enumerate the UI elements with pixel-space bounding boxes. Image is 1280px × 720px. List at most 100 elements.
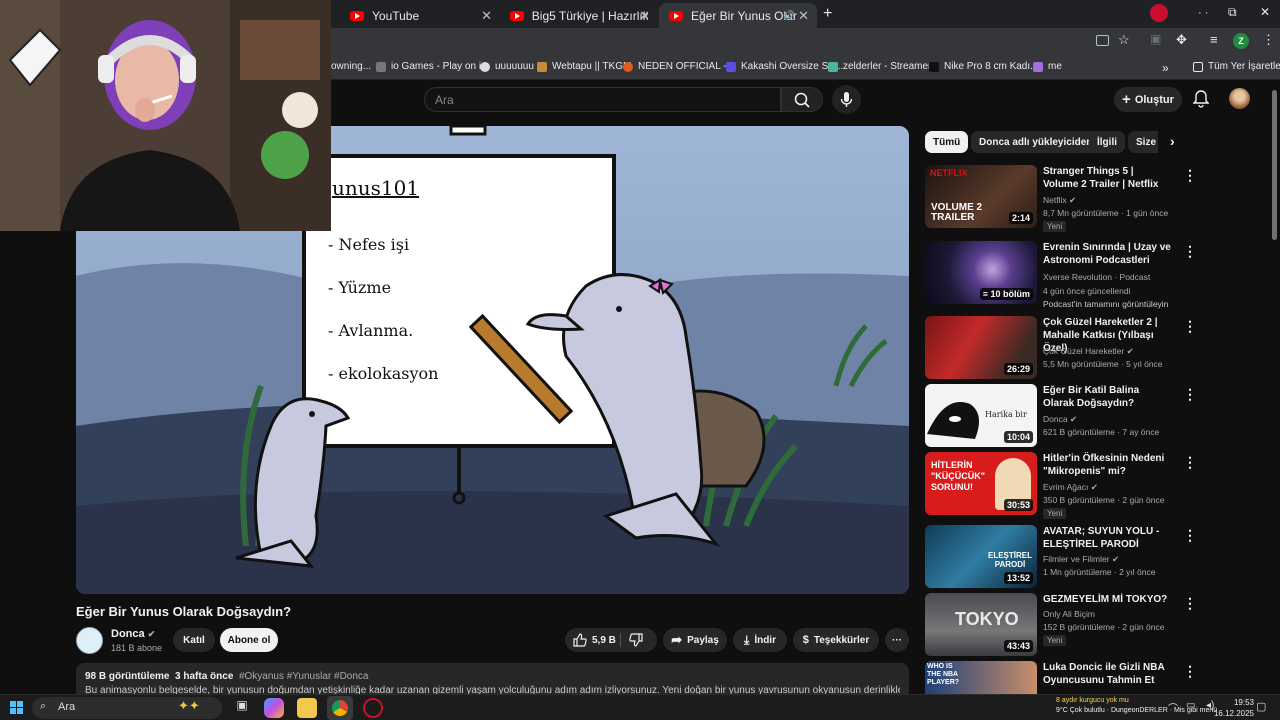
chip-related[interactable]: İlgili — [1089, 131, 1125, 153]
file-explorer-icon[interactable] — [297, 698, 317, 718]
copilot-icon[interactable] — [264, 698, 284, 718]
recommendation-item[interactable]: TOKYO 43:43 GEZMEYELİM Mİ TOKYO? Only Al… — [925, 593, 1197, 657]
recommendation-title[interactable]: Eğer Bir Katil Balina Olarak Doğsaydın? — [1043, 384, 1171, 410]
dislike-button[interactable] — [629, 633, 643, 650]
menu-icon[interactable]: ⋮ — [1262, 32, 1275, 48]
system-clock[interactable]: 19:53 16.12.2025 — [1214, 697, 1254, 719]
channel-avatar[interactable] — [76, 627, 103, 654]
notifications-button[interactable] — [1192, 90, 1210, 113]
recommendation-item[interactable]: Harika bir 10:04 Eğer Bir Katil Balina O… — [925, 384, 1197, 448]
recommendation-item[interactable]: ≡ 10 bölüm Evrenin Sınırında | Uzay ve A… — [925, 241, 1197, 309]
search-input[interactable]: Ara — [424, 87, 781, 112]
bookmark-item[interactable]: Nike Pro 8 cm Kadı... — [929, 61, 1038, 72]
recommendation-title[interactable]: Evrenin Sınırında | Uzay ve Astronomi Po… — [1043, 241, 1171, 267]
all-bookmarks[interactable]: Tüm Yer İşaretleri — [1193, 61, 1280, 72]
share-button[interactable]: ➦ Paylaş — [663, 628, 727, 652]
close-icon[interactable]: ✕ — [798, 8, 809, 24]
notification-bell-icon[interactable]: ▢ — [1256, 700, 1266, 713]
bookmark-item[interactable]: uuuuuuu — [480, 61, 534, 72]
chip-all[interactable]: Tümü — [925, 131, 969, 153]
recommendation-title[interactable]: Stranger Things 5 | Volume 2 Trailer | N… — [1043, 165, 1171, 191]
channel-name[interactable]: Donca ✔ — [111, 628, 155, 640]
chrome-taskbar-button[interactable] — [327, 696, 353, 720]
create-button[interactable]: + Oluştur — [1114, 87, 1182, 112]
bookmark-item[interactable]: Webtapu || TKGM — [537, 61, 631, 72]
tab-current-video[interactable]: Eğer Bir Yunus Olarak Doğ 🔊 ✕ — [659, 3, 817, 28]
app-icon[interactable] — [363, 698, 383, 718]
recommendation-item[interactable]: WHO IS THE NBA PLAYER? Luka Doncic ile G… — [925, 661, 1195, 694]
recommendation-item[interactable]: ELEŞTİREL PARODİ 13:52 AVATAR; SUYUN YOL… — [925, 525, 1197, 589]
wifi-icon[interactable]: ⌒ — [1168, 700, 1178, 715]
download-button[interactable]: ⤓ İndir — [733, 628, 787, 652]
media-queue-icon[interactable]: ≡ — [1210, 32, 1218, 47]
video-thumbnail[interactable]: 26:29 — [925, 316, 1037, 379]
more-vertical-icon[interactable]: ⋮ — [1183, 386, 1197, 403]
install-app-icon[interactable] — [1096, 35, 1109, 46]
video-thumbnail[interactable]: ELEŞTİREL PARODİ 13:52 — [925, 525, 1037, 588]
bookmark-item[interactable]: owning... — [331, 61, 371, 72]
recommendation-channel[interactable]: Xverse Revolution · Podcast — [1043, 272, 1150, 282]
video-thumbnail[interactable]: WHO IS THE NBA PLAYER? — [925, 661, 1037, 694]
recommendation-title[interactable]: Hitler'in Öfkesinin Nedeni "Mikropenis" … — [1043, 452, 1171, 478]
subscribe-button[interactable]: Abone ol — [220, 628, 278, 652]
chip-from-uploader[interactable]: Donca adlı yükleyiciden — [971, 131, 1101, 153]
plus-icon[interactable]: + — [823, 5, 832, 23]
taskbar-search-input[interactable]: ⌕ Ara ✦✦ — [32, 697, 222, 719]
star-icon[interactable]: ☆ — [1118, 32, 1130, 48]
close-icon[interactable]: ✕ — [639, 8, 650, 24]
voice-search-button[interactable] — [832, 85, 861, 114]
minimize-icon[interactable]: · · — [1198, 7, 1208, 19]
puzzle-icon[interactable]: ✥ — [1176, 32, 1187, 48]
more-vertical-icon[interactable]: ⋮ — [1183, 243, 1197, 260]
thanks-button[interactable]: $ Teşekkürler — [793, 628, 879, 652]
chip-for-you[interactable]: Size — [1128, 131, 1158, 153]
like-button[interactable]: 5,9 B — [573, 633, 616, 647]
recommendation-item[interactable]: 26:29 Çok Güzel Hareketler 2 | Mahalle K… — [925, 316, 1197, 380]
join-button[interactable]: Katıl — [173, 628, 215, 652]
bookmarks-overflow-icon[interactable]: » — [1162, 61, 1169, 75]
window-close-icon[interactable]: ✕ — [1260, 5, 1270, 19]
recommendation-channel[interactable]: Evrim Ağacı ✔ — [1043, 482, 1098, 493]
more-vertical-icon[interactable]: ⋮ — [1183, 595, 1197, 612]
page-scrollbar[interactable] — [1272, 90, 1277, 240]
recommendation-channel[interactable]: Netflix ✔ — [1043, 195, 1076, 206]
video-thumbnail[interactable]: TOKYO 43:43 — [925, 593, 1037, 656]
more-actions-button[interactable]: ··· — [885, 628, 909, 652]
account-avatar[interactable] — [1229, 88, 1250, 109]
video-thumbnail[interactable]: ≡ 10 bölüm — [925, 241, 1037, 304]
recommendation-item[interactable]: NETFLIX VOLUME 2 TRAILER 2:14 Stranger T… — [925, 165, 1197, 232]
extension-logo-icon[interactable] — [1150, 4, 1168, 22]
hashtags[interactable]: #Okyanus #Yunuslar #Donca — [239, 671, 369, 682]
recommendation-channel[interactable]: Donca ✔ — [1043, 414, 1077, 425]
video-thumbnail[interactable]: NETFLIX VOLUME 2 TRAILER 2:14 — [925, 165, 1037, 228]
bookmark-item[interactable]: Kakashi Oversize Sw... — [726, 61, 843, 72]
bookmark-item[interactable]: zelderler - Streamer... — [828, 61, 939, 72]
network-icon[interactable]: ▭ — [1186, 700, 1195, 711]
recommendation-title[interactable]: Luka Doncic ile Gizli NBA Oyuncusunu Tah… — [1043, 661, 1171, 687]
more-vertical-icon[interactable]: ⋮ — [1183, 167, 1197, 184]
more-vertical-icon[interactable]: ⋮ — [1183, 663, 1195, 680]
more-vertical-icon[interactable]: ⋮ — [1183, 318, 1197, 335]
tab-big5[interactable]: Big5 Türkiye | Hazırlık Sezonu · ✕ — [500, 3, 658, 28]
profile-avatar[interactable]: Z — [1233, 33, 1249, 49]
chevron-right-icon[interactable]: › — [1170, 133, 1175, 149]
windows-start-icon[interactable] — [10, 701, 23, 719]
recommendation-channel[interactable]: Only Ali Biçim — [1043, 609, 1095, 619]
more-vertical-icon[interactable]: ⋮ — [1183, 454, 1197, 471]
video-thumbnail[interactable]: Harika bir 10:04 — [925, 384, 1037, 447]
bookmark-item[interactable]: io Games - Play on i... — [376, 61, 489, 72]
recommendation-channel[interactable]: Çok Güzel Hareketler ✔ — [1043, 346, 1134, 357]
bookmark-item[interactable]: NEDEN OFFICIAL -... — [623, 61, 735, 72]
restore-icon[interactable]: ⧉ — [1228, 5, 1237, 20]
recommendation-title[interactable]: GEZMEYELİM Mİ TOKYO? — [1043, 593, 1171, 606]
more-vertical-icon[interactable]: ⋮ — [1183, 527, 1197, 544]
video-thumbnail[interactable]: HİTLERİN "KÜÇÜCÜK" SORUNU! 30:53 — [925, 452, 1037, 515]
tab-youtube[interactable]: YouTube ✕ — [340, 3, 500, 28]
task-view-icon[interactable]: ▣ — [232, 698, 252, 718]
recommendation-item[interactable]: HİTLERİN "KÜÇÜCÜK" SORUNU! 30:53 Hitler'… — [925, 452, 1197, 519]
recommendation-channel[interactable]: Filmler ve Filimler ✔ — [1043, 554, 1119, 565]
close-icon[interactable]: ✕ — [481, 8, 492, 24]
speaker-icon[interactable]: 🔊 — [784, 10, 795, 21]
bookmark-item[interactable]: me — [1033, 61, 1062, 72]
search-button[interactable] — [781, 87, 823, 112]
